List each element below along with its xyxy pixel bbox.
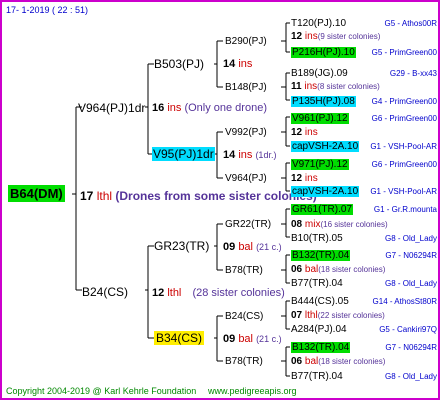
gen1-top-note: (Only one drone) — [184, 102, 267, 114]
gen4-row-7: 12 ins — [291, 127, 318, 138]
root-node[interactable]: B64(DM) — [8, 185, 65, 202]
gen2-a-stats: 14 ins — [223, 58, 253, 70]
gen1-bottom-ins: lthl — [167, 287, 182, 299]
root-stats: 17 lthl (Drones from some sister colonie… — [80, 190, 317, 203]
gen2-a-name[interactable]: B503(PJ) — [154, 58, 204, 71]
gen2-d-stats: 09 bal (21 c.) — [223, 333, 282, 345]
gen4-row-3[interactable]: B189(JG).09 G29 - B-xx43 — [291, 67, 437, 80]
gen4-row-2[interactable]: P216H(PJ).10 G5 - PrimGreen00 — [291, 46, 437, 59]
gen4-row-13: 08 mix(16 sister colonies) — [291, 219, 388, 230]
gen3-a2-name[interactable]: B148(PJ) — [225, 81, 267, 94]
date-stamp: 17- 1-2019 ( 22 : 51) — [6, 5, 89, 15]
gen4-row-6[interactable]: V961(PJ).12 G6 - PrimGreen00 — [291, 112, 437, 125]
gen4-row-0[interactable]: T120(PJ).10 G5 - Athos00R — [291, 17, 437, 30]
gen1-bottom-count: 12 — [152, 287, 165, 299]
gen3-c1-name[interactable]: GR22(TR) — [225, 218, 271, 231]
gen3-a1-name[interactable]: B290(PJ) — [225, 35, 267, 48]
root-name: B64(DM) — [8, 185, 65, 202]
root-note: (Drones from some sister colonies) — [115, 189, 317, 203]
gen3-d1-name[interactable]: B24(CS) — [225, 310, 263, 323]
root-count: 17 — [80, 189, 94, 203]
gen4-row-14[interactable]: B10(TR).05 G8 - Old_Lady — [291, 232, 437, 245]
pedigree-frame: 17- 1-2019 ( 22 : 51) B64(DM) 17 lthl (D… — [0, 0, 440, 400]
gen1-top-count: 16 — [152, 102, 165, 114]
gen4-row-11[interactable]: capVSH-2A.10 G1 - VSH-Pool-AR — [291, 185, 437, 198]
site-link[interactable]: www.pedigreeapis.org — [208, 385, 297, 398]
gen4-row-12[interactable]: GR61(TR).07 G1 - Gr.R.mounta — [291, 203, 437, 216]
gen3-b1-name[interactable]: V992(PJ) — [225, 126, 267, 139]
gen2-c-stats: 09 bal (21 c.) — [223, 241, 282, 253]
gen4-row-20[interactable]: A284(PJ).04 G5 - Cankiri97Q — [291, 323, 437, 336]
gen1-bottom-note: (28 sister colonies) — [192, 287, 285, 299]
gen3-b2-name[interactable]: V964(PJ) — [225, 172, 267, 185]
gen4-row-9[interactable]: V971(PJ).12 G6 - PrimGreen00 — [291, 158, 437, 171]
gen2-b-name[interactable]: V95(PJ)1dr — [152, 147, 215, 161]
gen2-d-name[interactable]: B34(CS) — [154, 331, 205, 345]
gen4-row-18[interactable]: B444(CS).05 G14 - AthosSt80R — [291, 295, 437, 308]
gen4-row-10: 12 ins — [291, 173, 318, 184]
gen1-top-name[interactable]: V964(PJ)1dr — [78, 102, 145, 115]
gen4-row-23[interactable]: B77(TR).04 G8 - Old_Lady — [291, 370, 437, 383]
gen4-row-8[interactable]: capVSH-2A.10 G1 - VSH-Pool-AR — [291, 140, 437, 153]
gen4-row-16: 06 bal(18 sister colonies) — [291, 264, 386, 275]
gen4-row-21[interactable]: B132(TR).04 G7 - N06294R — [291, 341, 437, 354]
gen3-d2-name[interactable]: B78(TR) — [225, 355, 263, 368]
gen1-bottom-stats: 12 lthl (28 sister colonies) — [152, 287, 285, 300]
gen4-row-15[interactable]: B132(TR).04 G7 - N06294R — [291, 249, 437, 262]
gen4-row-22: 06 bal(18 sister colonies) — [291, 356, 386, 367]
gen4-row-1: 12 ins(9 sister colonies) — [291, 31, 381, 42]
gen1-bottom-name[interactable]: B24(CS) — [82, 286, 128, 299]
gen1-top-ins: ins — [167, 102, 182, 114]
gen4-row-4: 11 ins(8 sister colonies) — [291, 81, 380, 92]
gen4-row-5[interactable]: P135H(PJ).08 G4 - PrimGreen00 — [291, 95, 437, 108]
gen3-c2-name[interactable]: B78(TR) — [225, 264, 263, 277]
gen4-row-19: 07 lthl(22 sister colonies) — [291, 310, 385, 321]
copyright-text: Copyright 2004-2019 @ Karl Kehrle Founda… — [6, 386, 197, 396]
root-ins: lthl — [96, 189, 113, 203]
gen4-row-17[interactable]: B77(TR).04 G8 - Old_Lady — [291, 277, 437, 290]
gen1-top-stats: 16 ins (Only one drone) — [152, 102, 267, 115]
gen2-c-name[interactable]: GR23(TR) — [154, 240, 209, 253]
gen2-b-stats: 14 ins (1dr.) — [223, 149, 277, 161]
